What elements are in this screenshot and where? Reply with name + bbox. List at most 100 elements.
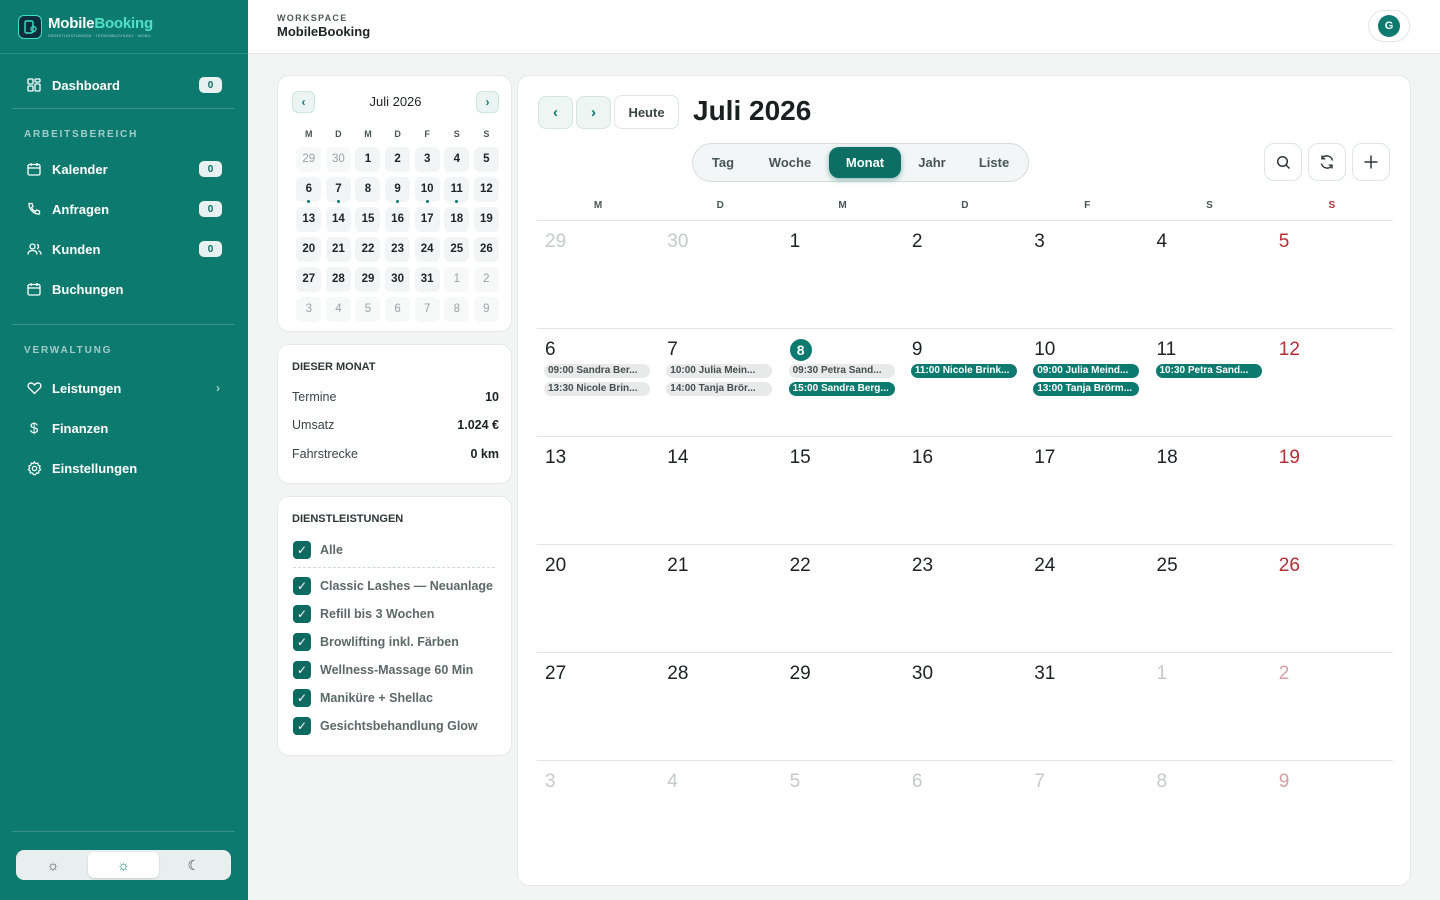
mini-day-cell[interactable]: 8 [353, 174, 383, 204]
day-cell[interactable]: 13 [537, 437, 659, 545]
day-cell[interactable]: 31 [1026, 653, 1148, 761]
day-cell[interactable]: 8 09:30 Petra Sand... 15:00 Sandra Berg... [782, 329, 904, 437]
tab-jahr[interactable]: Jahr [907, 147, 957, 178]
day-cell[interactable]: 6 [904, 761, 1026, 869]
day-cell[interactable]: 5 [782, 761, 904, 869]
event-chip[interactable]: 13:00 Tanja Brörm... [1033, 382, 1140, 396]
event-chip[interactable]: 11:00 Nicole Brink... [910, 364, 1017, 378]
day-cell[interactable]: 10 09:00 Julia Meind... 13:00 Tanja Brörm.… [1026, 329, 1148, 437]
day-cell[interactable]: 3 [537, 761, 659, 869]
mini-day-cell[interactable]: 28 [324, 264, 354, 294]
mini-day-cell[interactable]: 26 [472, 234, 502, 264]
day-cell[interactable]: 4 [1149, 221, 1271, 329]
sidebar-item-finanzen[interactable]: $ Finanzen [12, 410, 236, 446]
mini-day-cell[interactable]: 9 [472, 294, 502, 324]
mini-day-cell[interactable]: 16 [383, 204, 413, 234]
mini-day-cell[interactable]: 29 [294, 144, 324, 174]
event-chip[interactable]: 09:00 Sandra Ber... [544, 364, 650, 378]
mini-day-cell[interactable]: 12 [472, 174, 502, 204]
event-chip[interactable]: 15:00 Sandra Berg... [788, 382, 895, 396]
day-cell[interactable]: 26 [1271, 545, 1393, 653]
search-button[interactable] [1264, 143, 1302, 181]
sidebar-item-anfragen[interactable]: Anfragen 0 [12, 191, 236, 227]
mini-day-cell[interactable]: 31 [412, 264, 442, 294]
sidebar-item-leistungen[interactable]: Leistungen › [12, 370, 236, 406]
day-cell[interactable]: 1 [782, 221, 904, 329]
mini-day-cell[interactable]: 24 [412, 234, 442, 264]
day-cell[interactable]: 16 [904, 437, 1026, 545]
service-filter-item[interactable]: ✓ Classic Lashes — Neuanlage [293, 577, 493, 595]
prev-month-button[interactable]: ‹ [538, 96, 573, 129]
day-cell[interactable]: 8 [1149, 761, 1271, 869]
mini-day-cell[interactable]: 25 [442, 234, 472, 264]
day-cell[interactable]: 2 [1271, 653, 1393, 761]
day-cell[interactable]: 2 [904, 221, 1026, 329]
mini-day-cell[interactable]: 2 [472, 264, 502, 294]
mini-day-cell[interactable]: 10 [412, 174, 442, 204]
mini-day-cell[interactable]: 1 [442, 264, 472, 294]
add-appointment-button[interactable] [1352, 143, 1390, 181]
today-button[interactable]: Heute [614, 95, 679, 129]
mini-day-cell[interactable]: 4 [324, 294, 354, 324]
mini-day-cell[interactable]: 2 [383, 144, 413, 174]
mini-day-cell[interactable]: 3 [294, 294, 324, 324]
day-cell[interactable]: 17 [1026, 437, 1148, 545]
event-chip[interactable]: 09:00 Julia Meind... [1033, 364, 1140, 378]
user-menu-button[interactable]: G [1368, 10, 1410, 42]
day-cell[interactable]: 27 [537, 653, 659, 761]
mini-day-cell[interactable]: 20 [294, 234, 324, 264]
mini-day-cell[interactable]: 18 [442, 204, 472, 234]
event-chip[interactable]: 09:30 Petra Sand... [788, 364, 895, 378]
mini-day-cell[interactable]: 15 [353, 204, 383, 234]
checkbox-checked-icon[interactable]: ✓ [293, 605, 311, 623]
mini-day-cell[interactable]: 23 [383, 234, 413, 264]
service-filter-item[interactable]: ✓ Wellness-Massage 60 Min [293, 661, 473, 679]
event-chip[interactable]: 10:30 Petra Sand... [1155, 364, 1262, 378]
mini-day-cell[interactable]: 9 [383, 174, 413, 204]
mini-day-cell[interactable]: 4 [442, 144, 472, 174]
day-cell[interactable]: 1 [1149, 653, 1271, 761]
day-cell[interactable]: 22 [782, 545, 904, 653]
event-chip[interactable]: 14:00 Tanja Brör... [666, 382, 773, 396]
theme-dark-button[interactable]: ☾ [159, 852, 229, 878]
mini-day-cell[interactable]: 13 [294, 204, 324, 234]
tab-monat[interactable]: Monat [829, 147, 901, 178]
theme-light-button[interactable]: ☼ [18, 852, 88, 878]
mini-prev-button[interactable]: ‹ [292, 91, 315, 113]
day-cell[interactable]: 30 [904, 653, 1026, 761]
day-cell[interactable]: 9 [1271, 761, 1393, 869]
mini-day-cell[interactable]: 5 [353, 294, 383, 324]
day-cell[interactable]: 21 [659, 545, 781, 653]
service-filter-item[interactable]: ✓ Browlifting inkl. Färben [293, 633, 459, 651]
sidebar-item-buchungen[interactable]: Buchungen [12, 271, 236, 307]
mini-day-cell[interactable]: 11 [442, 174, 472, 204]
mini-day-cell[interactable]: 14 [324, 204, 354, 234]
sidebar-item-dashboard[interactable]: Dashboard 0 [12, 67, 236, 103]
mini-day-cell[interactable]: 7 [412, 294, 442, 324]
tab-woche[interactable]: Woche [755, 147, 825, 178]
mini-day-cell[interactable]: 7 [324, 174, 354, 204]
service-filter-item[interactable]: ✓ Maniküre + Shellac [293, 689, 433, 707]
day-cell[interactable]: 12 [1271, 329, 1393, 437]
mini-day-cell[interactable]: 21 [324, 234, 354, 264]
tab-liste[interactable]: Liste [965, 147, 1023, 178]
mini-day-cell[interactable]: 5 [472, 144, 502, 174]
checkbox-checked-icon[interactable]: ✓ [293, 689, 311, 707]
next-month-button[interactable]: › [576, 96, 611, 129]
mini-day-cell[interactable]: 30 [383, 264, 413, 294]
day-cell[interactable]: 30 [659, 221, 781, 329]
checkbox-checked-icon[interactable]: ✓ [293, 717, 311, 735]
mini-day-cell[interactable]: 19 [472, 204, 502, 234]
day-cell[interactable]: 4 [659, 761, 781, 869]
mini-day-cell[interactable]: 27 [294, 264, 324, 294]
mini-day-cell[interactable]: 6 [383, 294, 413, 324]
day-cell[interactable]: 3 [1026, 221, 1148, 329]
mini-next-button[interactable]: › [476, 91, 499, 113]
mini-day-cell[interactable]: 8 [442, 294, 472, 324]
day-cell[interactable]: 5 [1271, 221, 1393, 329]
mini-day-cell[interactable]: 6 [294, 174, 324, 204]
refresh-button[interactable] [1308, 143, 1346, 181]
mini-day-cell[interactable]: 1 [353, 144, 383, 174]
event-chip[interactable]: 13:30 Nicole Brin... [544, 382, 650, 396]
mini-day-cell[interactable]: 22 [353, 234, 383, 264]
